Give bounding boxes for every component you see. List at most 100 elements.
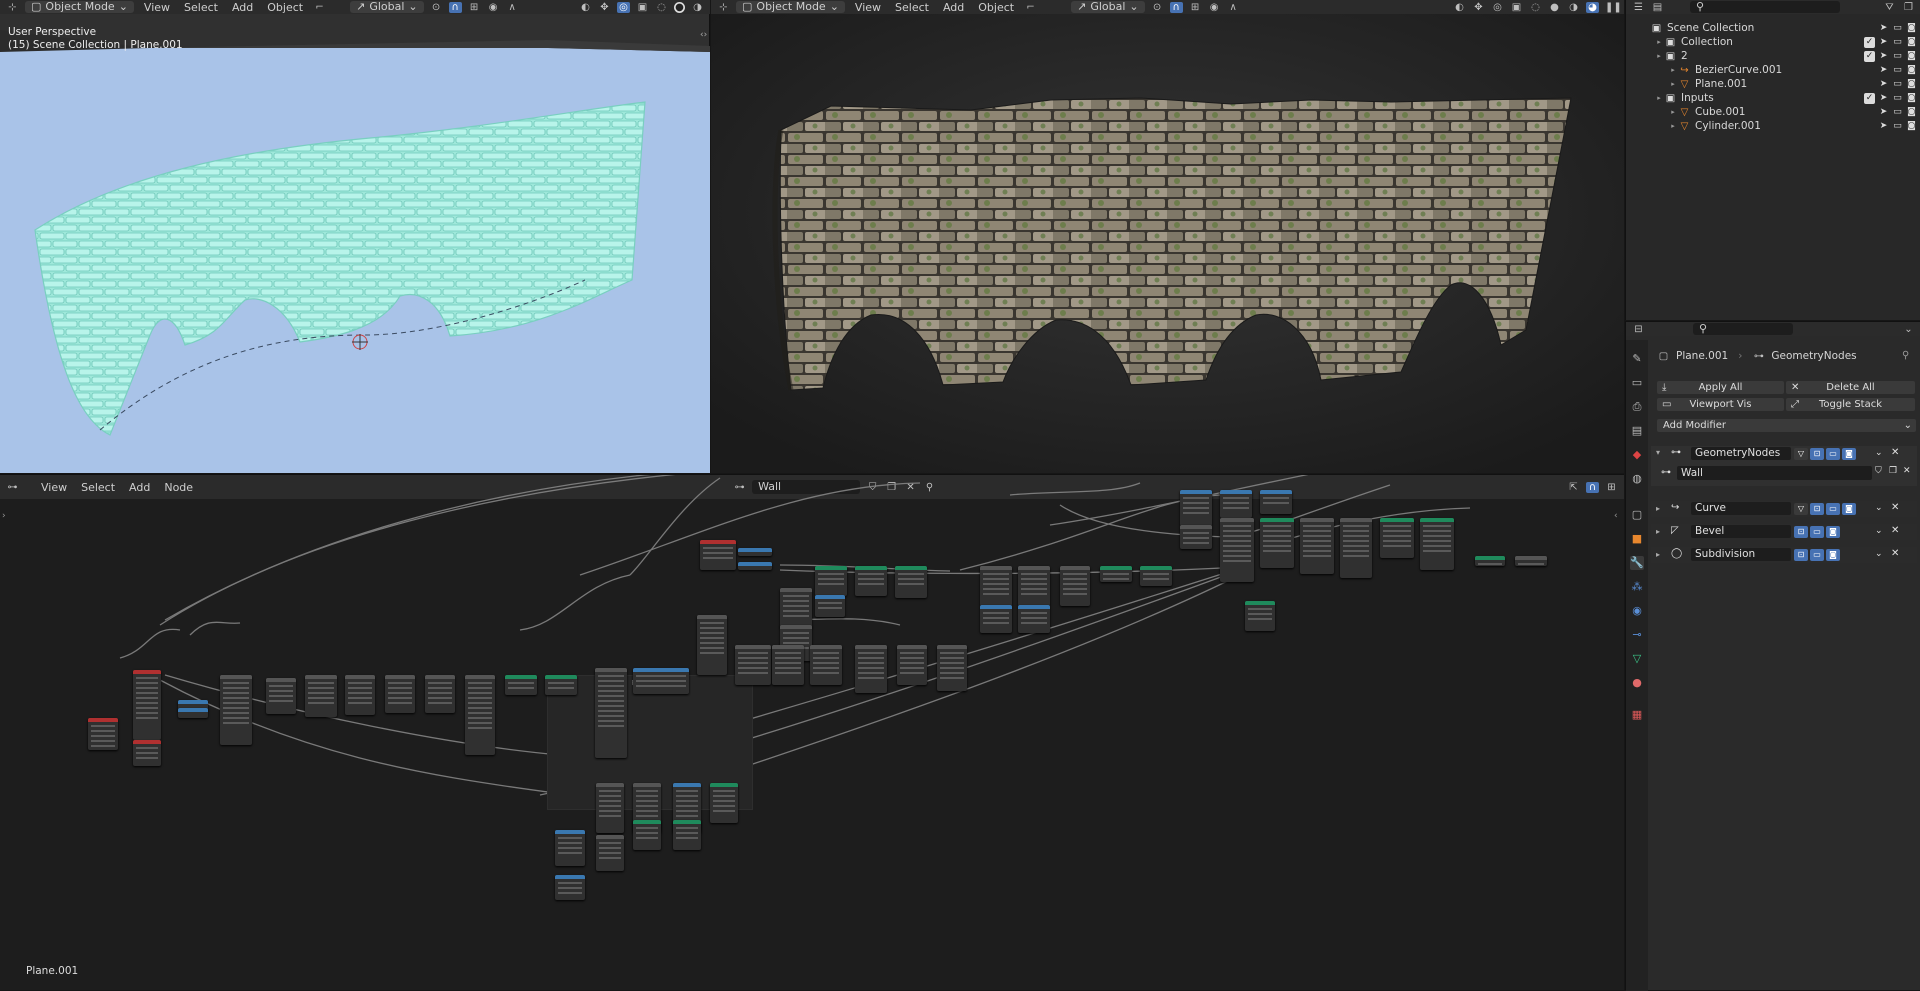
expand-arrow-icon[interactable]: ▸ (1654, 94, 1664, 102)
cage-icon[interactable]: ⊡ (1810, 503, 1824, 515)
data-tab-icon[interactable]: ▽ (1630, 652, 1644, 666)
menu-view[interactable]: View (140, 1, 174, 14)
graph-node[interactable] (633, 668, 689, 694)
output-tab-icon[interactable]: ⎙ (1630, 400, 1644, 414)
snap-magnet-icon[interactable]: ∩ (1169, 1, 1183, 13)
outliner-row[interactable]: ▸ ▽ Cube.001 ➤ ▭ ◙ (1626, 105, 1920, 119)
graph-node[interactable] (1220, 518, 1254, 582)
render-camera-icon[interactable]: ◙ (1906, 51, 1917, 62)
scene-tab-icon[interactable]: ◆ (1630, 448, 1644, 462)
menu-select[interactable]: Select (180, 1, 222, 14)
expand-arrow-icon[interactable]: ▸ (1668, 66, 1678, 74)
exclude-checkbox[interactable]: ✓ (1864, 50, 1875, 62)
chevron-right-icon[interactable]: ▸ (1656, 550, 1660, 559)
pause-render-icon[interactable]: ❚❚ (1605, 2, 1622, 13)
graph-node[interactable] (855, 645, 887, 693)
graph-node[interactable] (1340, 518, 1372, 578)
modifier-name-field[interactable]: GeometryNodes (1691, 447, 1791, 460)
chevron-down-icon[interactable]: ⌄ (1875, 526, 1883, 536)
cage-icon[interactable]: ⊡ (1810, 448, 1824, 460)
left-viewport[interactable]: ⊹ ▢ Object Mode ⌄ View Select Add Object ⌐… (0, 0, 710, 473)
hide-viewport-icon[interactable]: ▭ (1892, 93, 1903, 104)
edit-mode-icon[interactable]: ▽ (1794, 448, 1808, 460)
visibility-icon[interactable]: ◐ (1453, 2, 1466, 13)
shading-material-icon[interactable]: ◑ (691, 2, 704, 13)
hide-viewport-icon[interactable]: ▭ (1892, 37, 1903, 48)
snap-target-icon[interactable]: ⌐ (313, 2, 326, 13)
modifier-name-field[interactable]: Curve (1691, 502, 1791, 515)
particles-tab-icon[interactable]: ⁂ (1630, 580, 1644, 594)
graph-node[interactable] (1260, 490, 1292, 514)
graph-node[interactable] (220, 675, 252, 745)
menu-view[interactable]: View (851, 1, 885, 14)
chevron-down-icon[interactable]: ▾ (1656, 448, 1660, 457)
render-camera-icon[interactable]: ◙ (1906, 37, 1917, 48)
edit-mode-icon[interactable]: ▽ (1794, 503, 1808, 515)
pivot-icon[interactable]: ⊙ (1151, 2, 1164, 13)
selectable-arrow-icon[interactable]: ➤ (1878, 93, 1889, 104)
right-viewport[interactable]: ⊹ ▢ Object Mode ⌄ View Select Add Object ⌐… (711, 0, 1624, 473)
expand-arrow-icon[interactable]: ▸ (1654, 38, 1664, 46)
fake-user-shield-icon[interactable]: ⛉ (1875, 466, 1882, 476)
properties-type-icon[interactable]: ⊟ (1632, 324, 1645, 335)
new-collection-icon[interactable]: ❐ (1902, 2, 1915, 13)
selectable-arrow-icon[interactable]: ➤ (1878, 121, 1889, 132)
graph-node[interactable] (596, 835, 624, 871)
shading-solid-icon[interactable]: ● (674, 1, 685, 13)
node-tree-browse-icon[interactable]: ⊶ (1661, 467, 1671, 478)
menu-add[interactable]: Add (939, 1, 968, 14)
selectable-arrow-icon[interactable]: ➤ (1878, 107, 1889, 118)
modifier-tab-icon[interactable]: 🔧 (1630, 556, 1644, 570)
graph-node[interactable] (178, 708, 208, 718)
graph-node[interactable] (772, 645, 804, 685)
xray-icon[interactable]: ▣ (636, 2, 649, 13)
outliner-row[interactable]: ▸ ▣ 2 ✓ ➤ ▭ ◙ (1626, 49, 1920, 63)
graph-node[interactable] (780, 588, 812, 628)
graph-node[interactable] (738, 562, 772, 570)
graph-node[interactable] (545, 675, 577, 695)
graph-node[interactable] (1245, 601, 1275, 631)
graph-node[interactable] (937, 645, 967, 691)
node-group-field[interactable]: Wall (1677, 466, 1872, 480)
render-camera-icon[interactable]: ◙ (1906, 107, 1917, 118)
graph-node[interactable] (425, 675, 455, 713)
overlay-icon[interactable]: ◎ (617, 1, 630, 13)
selectable-arrow-icon[interactable]: ➤ (1878, 51, 1889, 62)
falloff-icon[interactable]: ∧ (506, 2, 519, 13)
graph-node[interactable] (735, 645, 771, 685)
proportional-edit-icon[interactable]: ◉ (1208, 2, 1221, 13)
graph-node[interactable] (1515, 556, 1547, 566)
display-mode-icon[interactable]: ▤ (1651, 2, 1664, 13)
close-icon[interactable]: ✕ (1903, 466, 1911, 476)
chevron-down-icon[interactable]: ⌄ (1875, 549, 1883, 559)
expand-arrow-icon[interactable]: ▸ (1654, 52, 1664, 60)
graph-node[interactable] (266, 678, 296, 714)
graph-node[interactable] (133, 740, 161, 766)
graph-node[interactable] (673, 820, 701, 850)
menu-object[interactable]: Object (974, 1, 1018, 14)
object-tab-icon[interactable]: ■ (1630, 532, 1644, 546)
graph-node[interactable] (1475, 556, 1505, 566)
tool-tab-icon[interactable]: ✎ (1630, 352, 1644, 366)
modifier-name-field[interactable]: Subdivision (1691, 548, 1791, 561)
graph-node[interactable] (633, 820, 661, 850)
graph-node[interactable] (980, 566, 1012, 606)
expand-arrow-icon[interactable]: ▸ (1668, 80, 1678, 88)
render-camera-icon[interactable]: ◙ (1906, 93, 1917, 104)
graph-node[interactable] (1018, 605, 1050, 633)
graph-node[interactable] (1300, 518, 1334, 574)
graph-node[interactable] (1180, 490, 1212, 526)
graph-node[interactable] (595, 668, 627, 758)
graph-node[interactable] (855, 566, 887, 596)
collection-tab-icon[interactable]: ▢ (1630, 508, 1644, 522)
close-icon[interactable]: ✕ (1891, 447, 1899, 458)
render-icon[interactable]: ◙ (1826, 549, 1840, 561)
transform-orientation-dropdown[interactable]: ↗ Global ⌄ (350, 1, 424, 13)
constraints-tab-icon[interactable]: ⊸ (1630, 628, 1644, 642)
node-editor[interactable]: ⊶ View Select Add Node ⊶ Wall ⛉ ❐ ✕ ⚲ ⇱ … (0, 474, 1624, 990)
render-tab-icon[interactable]: ▭ (1630, 376, 1644, 390)
graph-node[interactable] (980, 605, 1012, 633)
snap-magnet-icon[interactable]: ∩ (448, 1, 462, 13)
graph-node[interactable] (1220, 490, 1252, 518)
close-icon[interactable]: ✕ (1891, 525, 1899, 536)
